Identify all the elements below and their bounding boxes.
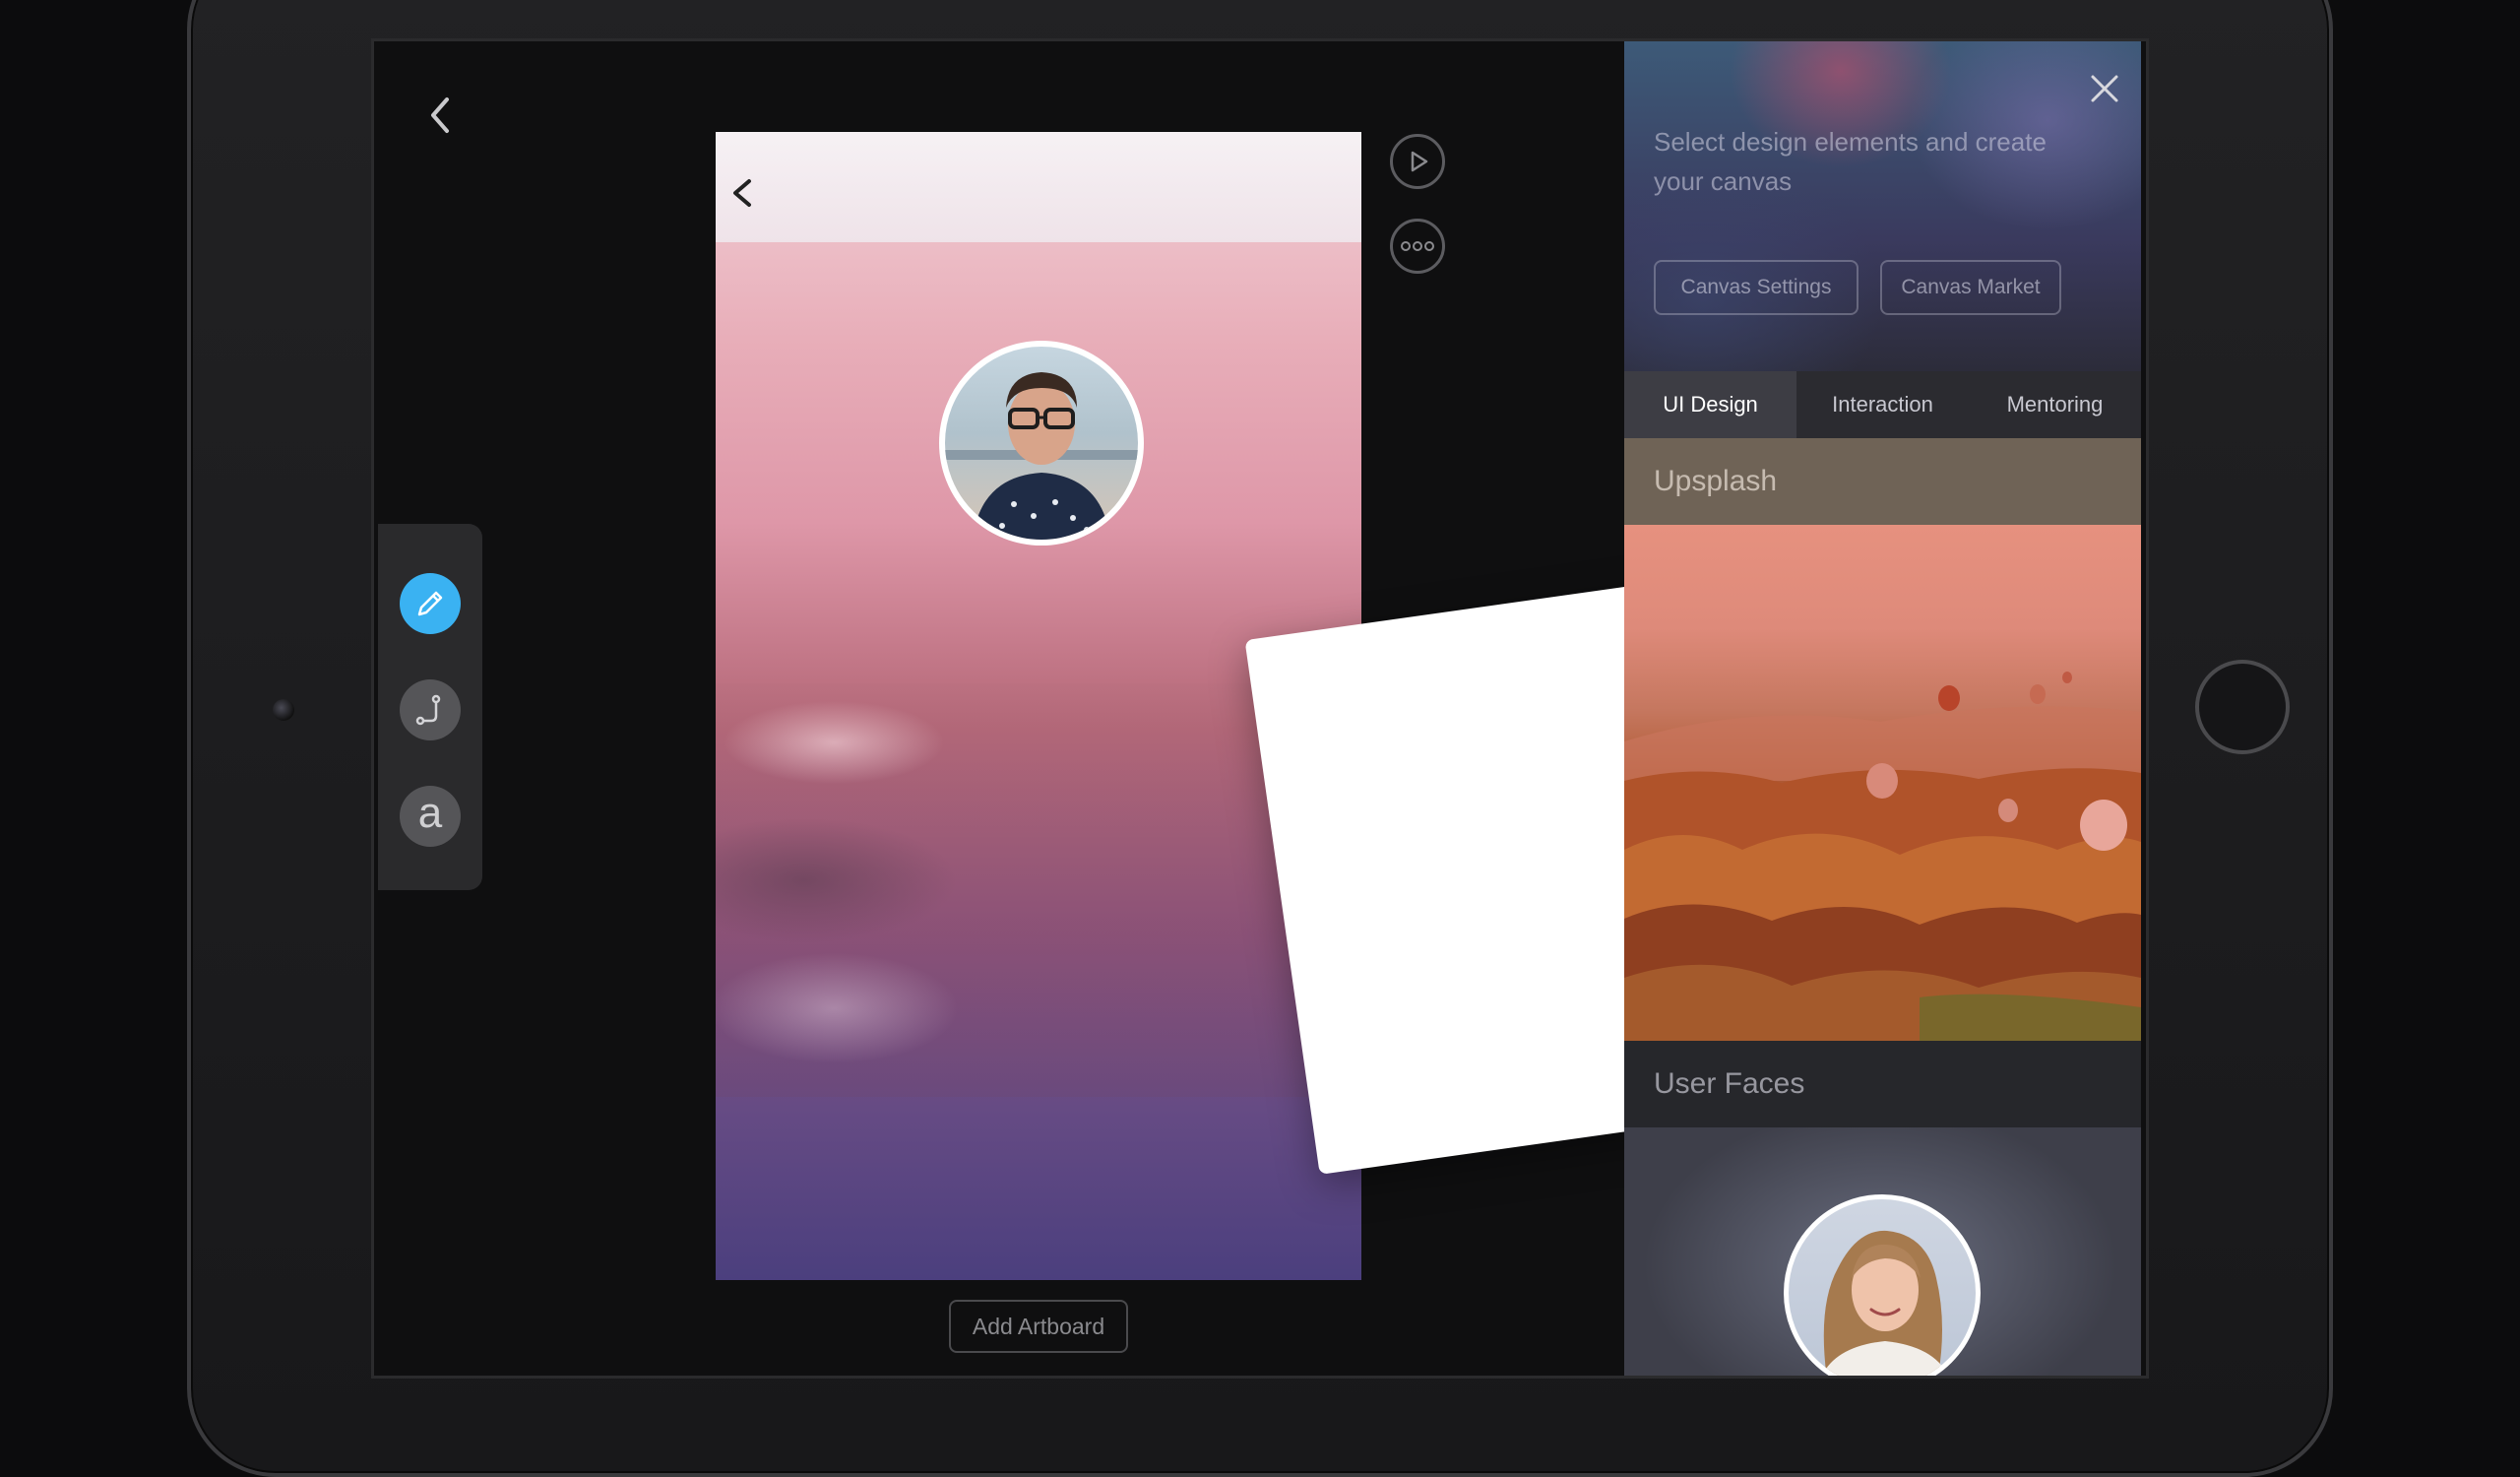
section-header-user-faces[interactable]: User Faces (1624, 1041, 2141, 1127)
text-icon: a (417, 789, 443, 837)
pencil-icon (417, 591, 443, 616)
connector-tool-button[interactable] (400, 679, 461, 740)
back-button[interactable] (415, 91, 465, 140)
elements-panel: Select design elements and create your c… (1624, 41, 2141, 1376)
more-options-button[interactable] (1390, 219, 1445, 274)
canvas-market-button[interactable]: Canvas Market (1880, 260, 2061, 315)
add-artboard-button[interactable]: Add Artboard (949, 1300, 1128, 1353)
tool-palette: a (378, 524, 482, 890)
panel-hero: Select design elements and create your c… (1624, 41, 2141, 371)
chevron-left-icon[interactable] (724, 173, 763, 213)
tab-ui-design[interactable]: UI Design (1624, 371, 1796, 438)
chevron-left-icon (431, 97, 449, 133)
user-faces-photo[interactable] (1624, 1127, 2141, 1376)
canvas-settings-button[interactable]: Canvas Settings (1654, 260, 1858, 315)
tab-interaction[interactable]: Interaction (1796, 371, 1969, 438)
artboard-nav-bar (716, 132, 1361, 242)
more-dots-icon (1401, 241, 1434, 251)
connector-icon (415, 694, 441, 726)
home-button[interactable] (2195, 660, 2290, 754)
panel-intro-text: Select design elements and create your c… (1654, 127, 2047, 196)
section-header-unsplash[interactable]: Upsplash (1624, 438, 2141, 525)
close-icon[interactable] (2085, 69, 2124, 108)
landscape-illustration (1624, 672, 2141, 1041)
text-tool-button[interactable]: a (400, 786, 461, 847)
user-face-avatar[interactable] (1784, 1194, 1981, 1376)
app-screen: a Add Artboard Select design elements an… (374, 41, 2146, 1376)
woman-portrait (1822, 1230, 1948, 1376)
man-portrait (945, 372, 1138, 540)
unsplash-photo-balloons[interactable] (1624, 525, 2141, 1041)
panel-tabs: UI Design Interaction Mentoring (1624, 371, 2141, 438)
play-icon (1411, 151, 1428, 172)
tab-mentoring[interactable]: Mentoring (1969, 371, 2141, 438)
front-camera (273, 699, 294, 721)
profile-avatar[interactable] (939, 341, 1144, 546)
pencil-tool-button[interactable] (400, 573, 461, 634)
play-preview-button[interactable] (1390, 134, 1445, 189)
